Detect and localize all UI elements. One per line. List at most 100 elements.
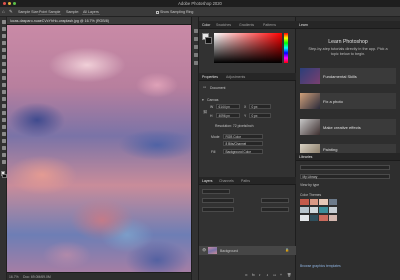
actions-panel-icon[interactable] <box>194 61 198 65</box>
height-field[interactable]: 4096 px <box>216 113 240 118</box>
layer-name: Background <box>220 248 239 253</box>
crop-tool-icon[interactable] <box>1 48 6 52</box>
lock-options[interactable] <box>202 207 234 212</box>
path-selection-icon[interactable] <box>1 132 6 136</box>
brush-settings-icon[interactable] <box>194 37 198 41</box>
color-swatch[interactable] <box>328 215 337 221</box>
width-field[interactable]: 6144 px <box>216 104 240 109</box>
sample-dropdown[interactable]: All Layers <box>82 10 100 15</box>
fill-dropdown[interactable]: Background Color <box>223 149 263 154</box>
document-size: Doc: 69.0M/69.0M <box>23 275 51 279</box>
move-tool-icon[interactable] <box>1 20 6 24</box>
learn-card-fix-a-photo[interactable]: Fix a photo <box>300 93 396 109</box>
quick-selection-tool-icon[interactable] <box>1 41 6 45</box>
history-panel-icon[interactable] <box>194 29 198 33</box>
color-swatch[interactable] <box>319 199 328 205</box>
link-dimensions-icon[interactable]: ⛓ <box>203 110 207 114</box>
hand-tool-icon[interactable] <box>1 146 6 150</box>
zoom-level[interactable]: 16.7% <box>9 275 19 279</box>
x-label: X <box>244 105 247 109</box>
color-swatch[interactable] <box>328 199 337 205</box>
image-canvas[interactable] <box>7 25 191 272</box>
tools-panel <box>0 17 7 280</box>
brush-tool-icon[interactable] <box>1 69 6 73</box>
pen-tool-icon[interactable] <box>1 118 6 122</box>
link-layers-icon[interactable]: ∞ <box>245 273 247 277</box>
layer-row-background[interactable]: 👁 Background 🔒 <box>199 246 296 255</box>
tab-swatches[interactable]: Swatches <box>216 23 231 27</box>
bit-depth-dropdown[interactable]: 8 Bits/Channel <box>223 141 263 146</box>
color-swatch[interactable] <box>300 207 309 213</box>
tab-learn[interactable]: Learn <box>299 23 308 27</box>
document-tab[interactable]: lucas-dasparo-nuaeCVcYhHo-unsplash.jpg @… <box>7 17 191 25</box>
eyedropper-tool-icon[interactable]: ✎ <box>9 9 13 15</box>
learn-card-make-creative-effects[interactable]: Make creative effects <box>300 119 396 135</box>
color-swatch[interactable] <box>300 199 309 205</box>
healing-brush-icon[interactable] <box>1 62 6 66</box>
hue-slider[interactable] <box>284 33 288 63</box>
tab-libraries[interactable]: Libraries <box>299 155 312 159</box>
height-label: H <box>210 114 213 118</box>
blur-tool-icon[interactable] <box>1 104 6 108</box>
zoom-tool-icon[interactable] <box>1 153 6 157</box>
tab-properties[interactable]: Properties <box>202 75 218 79</box>
layer-lock-icon[interactable]: 🔒 <box>285 248 289 252</box>
color-swatch[interactable] <box>309 215 318 221</box>
library-search-field[interactable] <box>300 165 390 170</box>
lasso-tool-icon[interactable] <box>1 34 6 38</box>
dodge-tool-icon[interactable] <box>1 111 6 115</box>
x-field[interactable]: 0 px <box>249 104 271 109</box>
delete-layer-icon[interactable]: 🗑 <box>287 273 291 277</box>
y-field[interactable]: 0 px <box>249 113 271 118</box>
library-dropdown[interactable]: My Library <box>300 174 390 179</box>
learn-card-painting[interactable]: Painting <box>300 144 396 153</box>
show-sampling-ring-toggle[interactable]: Show Sampling Ring <box>156 10 193 14</box>
layer-visibility-eye-icon[interactable]: 👁 <box>202 248 206 252</box>
gradient-tool-icon[interactable] <box>1 97 6 101</box>
clone-stamp-icon[interactable] <box>1 76 6 80</box>
color-swatch[interactable] <box>300 215 309 221</box>
new-layer-icon[interactable]: + <box>280 273 282 277</box>
adjustment-layer-icon[interactable]: ◑ <box>266 273 268 277</box>
paragraph-panel-icon[interactable] <box>194 53 198 57</box>
group-layers-icon[interactable]: ▭ <box>273 273 276 277</box>
tab-paths[interactable]: Paths <box>241 179 250 183</box>
mode-dropdown[interactable]: RGB Color <box>223 134 263 139</box>
browse-templates-link[interactable]: Browse graphics templates <box>300 264 341 268</box>
opacity-field[interactable] <box>261 198 289 203</box>
eraser-tool-icon[interactable] <box>1 90 6 94</box>
fill-opacity-field[interactable] <box>261 207 289 212</box>
tab-gradients[interactable]: Gradients <box>239 23 254 27</box>
panel-background-swatch[interactable] <box>205 37 212 44</box>
character-panel-icon[interactable] <box>194 45 198 49</box>
color-swatch[interactable] <box>309 207 318 213</box>
more-tools-icon[interactable] <box>1 160 6 164</box>
type-tool-icon[interactable] <box>1 125 6 129</box>
canvas-section-chevron-icon[interactable]: ▾ <box>202 98 204 102</box>
document-tab-title: lucas-dasparo-nuaeCVcYhHo-unsplash.jpg @… <box>10 19 109 23</box>
color-swatch[interactable] <box>309 199 318 205</box>
tab-color[interactable]: Color <box>202 23 210 27</box>
home-icon[interactable]: ⌂ <box>2 9 5 14</box>
tab-patterns[interactable]: Patterns <box>263 23 276 27</box>
add-mask-icon[interactable]: ◐ <box>259 273 261 277</box>
history-brush-icon[interactable] <box>1 83 6 87</box>
shape-tool-icon[interactable] <box>1 139 6 143</box>
canvas-section-title: Canvas <box>207 98 219 102</box>
tab-adjustments[interactable]: Adjustments <box>226 75 245 79</box>
marquee-tool-icon[interactable] <box>1 27 6 31</box>
eyedropper-icon[interactable] <box>1 55 6 59</box>
sample-size-dropdown[interactable]: Point Sample <box>38 10 62 15</box>
tab-layers[interactable]: Layers <box>202 179 213 183</box>
color-swatch[interactable] <box>319 207 328 213</box>
tab-channels[interactable]: Channels <box>219 179 234 183</box>
blend-mode-dropdown[interactable] <box>202 198 234 203</box>
layer-kind-filter[interactable] <box>202 189 230 194</box>
layer-style-icon[interactable]: fx <box>252 273 255 277</box>
color-swatch[interactable] <box>328 207 337 213</box>
learn-card-fundamental-skills[interactable]: Fundamental Skills <box>300 68 396 84</box>
color-swatch[interactable] <box>319 215 328 221</box>
color-picker-field[interactable] <box>214 33 282 63</box>
background-color-swatch[interactable] <box>2 173 7 178</box>
view-by-dropdown[interactable]: View by type <box>300 183 319 187</box>
